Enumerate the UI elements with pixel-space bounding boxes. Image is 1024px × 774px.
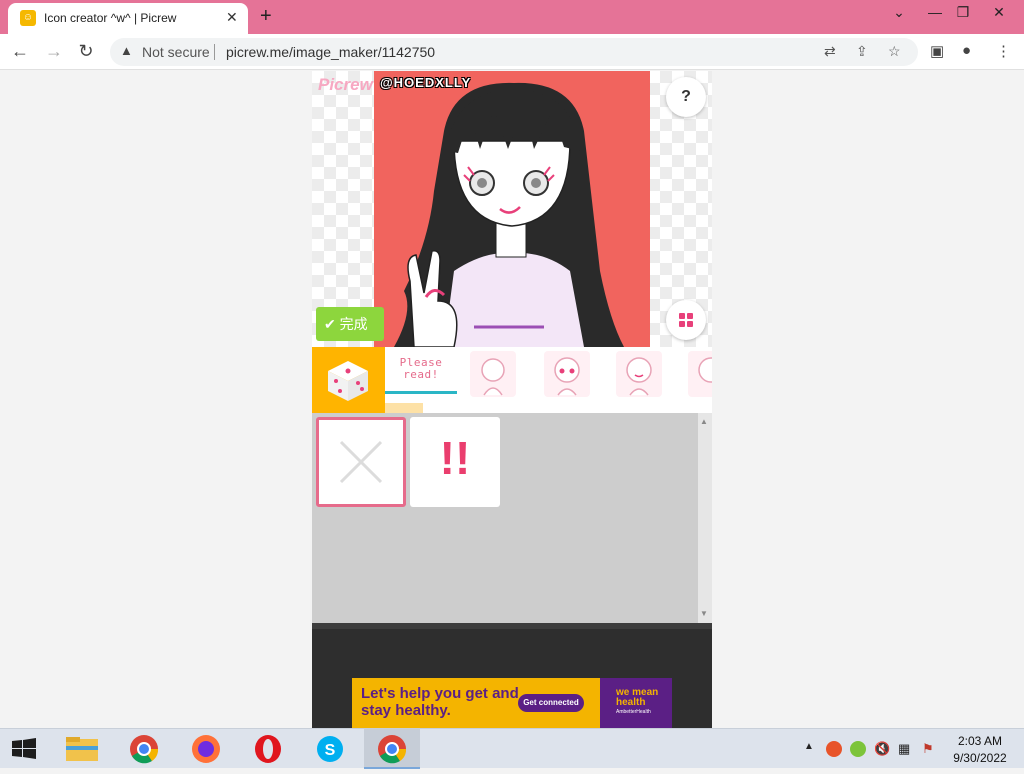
character-portrait	[374, 71, 650, 347]
back-button[interactable]: ←	[8, 41, 32, 62]
action-center-flag-icon[interactable]: ⚑	[922, 741, 938, 757]
face-mouth-icon	[626, 357, 652, 396]
divider	[312, 623, 712, 629]
none-x-icon	[339, 440, 383, 484]
scroll-down-icon[interactable]: ▼	[700, 609, 708, 618]
url-text[interactable]: picrew.me/image_maker/1142750	[226, 44, 435, 60]
translate-icon[interactable]: ⇄	[824, 43, 836, 60]
done-button[interactable]: ✔ 完成	[316, 307, 384, 341]
firefox-icon	[192, 735, 220, 763]
category-face-eyes[interactable]	[544, 351, 590, 397]
ad-brand-panel: we mean health AmbetterHealth	[600, 678, 672, 728]
item-none[interactable]	[316, 417, 406, 507]
tab-close-button[interactable]: ✕	[226, 9, 238, 26]
network-icon[interactable]: ▦	[898, 741, 914, 757]
volume-muted-icon[interactable]: 🔇	[874, 741, 890, 757]
forward-button[interactable]: →	[42, 41, 66, 62]
warning-icon: ▲	[120, 43, 133, 58]
item-exclamation[interactable]: !!	[410, 417, 500, 507]
clock-date[interactable]: 9/30/2022	[946, 751, 1014, 765]
preview-canvas-area: Picrew @HOEDXLLY ? ✔ 完成	[312, 71, 712, 347]
ad-brand-sub: AmbetterHealth	[616, 709, 651, 715]
browser-toolbar: ← → ↻ ▲ Not secure picrew.me/image_maker…	[0, 34, 1024, 70]
ad-area: Let's help you get and stay healthy. Get…	[312, 623, 712, 728]
creator-watermark: @HOEDXLLY	[380, 75, 472, 90]
security-label[interactable]: Not secure	[142, 44, 210, 60]
picrew-maker: Picrew @HOEDXLLY ? ✔ 完成 Please read! !! …	[312, 71, 712, 728]
opera-icon	[255, 735, 281, 763]
skype-icon: S	[317, 736, 343, 762]
help-button[interactable]: ?	[666, 77, 706, 117]
category-face-ears[interactable]	[688, 351, 712, 397]
grid-icon	[679, 313, 693, 327]
folder-icon	[66, 737, 98, 761]
taskbar-skype[interactable]: S	[302, 729, 358, 769]
taskbar-chrome-active[interactable]	[364, 729, 420, 769]
face-eyes-icon	[554, 357, 580, 396]
dice-icon	[328, 361, 368, 401]
picrew-logo: Picrew	[318, 75, 373, 94]
browser-tab-strip: ☺ Icon creator ^w^ | Picrew ✕ + ⌄ — ❐ ✕	[0, 0, 1024, 34]
url-divider	[214, 44, 215, 60]
profile-avatar-icon[interactable]: ●	[962, 42, 971, 59]
share-icon[interactable]: ⇪	[856, 43, 868, 60]
chrome-icon	[130, 735, 159, 764]
new-tab-button[interactable]: +	[260, 5, 272, 28]
category-face-base[interactable]	[470, 351, 516, 397]
chrome-icon	[378, 735, 407, 764]
advertisement-banner[interactable]: Let's help you get and stay healthy. Get…	[352, 678, 672, 728]
scroll-up-icon[interactable]: ▲	[700, 417, 708, 426]
category-bar: Please read!	[312, 347, 712, 413]
exclamation-label: !!	[439, 432, 471, 484]
taskbar-chrome[interactable]	[116, 729, 172, 769]
tray-app-icon[interactable]	[826, 741, 842, 757]
randomize-button[interactable]	[312, 347, 385, 413]
windows-taskbar: S ▲ 🔇 ▦ ⚑ 2:03 AM 9/30/2022	[0, 728, 1024, 769]
taskbar-opera[interactable]	[240, 729, 296, 769]
subcategory-indicator	[385, 403, 423, 413]
menu-kebab-icon[interactable]: ⋮	[996, 42, 1011, 60]
tray-update-icon[interactable]	[850, 741, 866, 757]
tab-title: Icon creator ^w^ | Picrew	[44, 11, 177, 25]
minimize-button[interactable]: —	[920, 4, 950, 20]
layout-grid-button[interactable]	[666, 300, 706, 340]
tab-search-button[interactable]: ⌄	[884, 4, 914, 21]
bookmark-star-icon[interactable]: ☆	[888, 43, 901, 60]
page-viewport: Picrew @HOEDXLLY ? ✔ 完成 Please read! !! …	[0, 71, 1024, 728]
character-illustration	[394, 82, 624, 347]
ad-headline: Let's help you get and stay healthy.	[361, 685, 519, 719]
side-panel-icon[interactable]: ▣	[930, 42, 944, 60]
active-category-indicator	[385, 391, 457, 394]
start-button[interactable]	[0, 729, 56, 769]
taskbar-firefox[interactable]	[178, 729, 234, 769]
show-hidden-icons-chevron-icon[interactable]: ▲	[804, 741, 814, 752]
restore-button[interactable]: ❐	[948, 4, 978, 21]
clock-time[interactable]: 2:03 AM	[950, 734, 1010, 748]
item-scrollbar[interactable]: ▲ ▼	[698, 413, 712, 623]
ad-cta-button[interactable]: Get connected	[518, 694, 584, 712]
address-bar[interactable]: ▲ Not secure picrew.me/image_maker/11427…	[110, 38, 918, 66]
taskbar-file-explorer[interactable]	[54, 729, 110, 769]
close-window-button[interactable]: ✕	[984, 4, 1014, 21]
face-outline-icon	[481, 358, 505, 396]
item-panel: !! ▲ ▼	[312, 413, 712, 623]
browser-tab[interactable]: ☺ Icon creator ^w^ | Picrew ✕	[8, 3, 248, 34]
check-icon: ✔	[324, 316, 336, 332]
picrew-favicon-icon: ☺	[20, 10, 36, 26]
svg-text:S: S	[325, 742, 336, 759]
face-ear-icon	[698, 357, 712, 383]
category-face-mouth[interactable]	[616, 351, 662, 397]
windows-logo-icon	[12, 738, 36, 759]
please-read-label: Please read!	[399, 356, 443, 381]
done-label: 完成	[339, 316, 368, 332]
reload-button[interactable]: ↻	[74, 41, 98, 62]
ad-brand-text: we mean health	[616, 687, 659, 708]
